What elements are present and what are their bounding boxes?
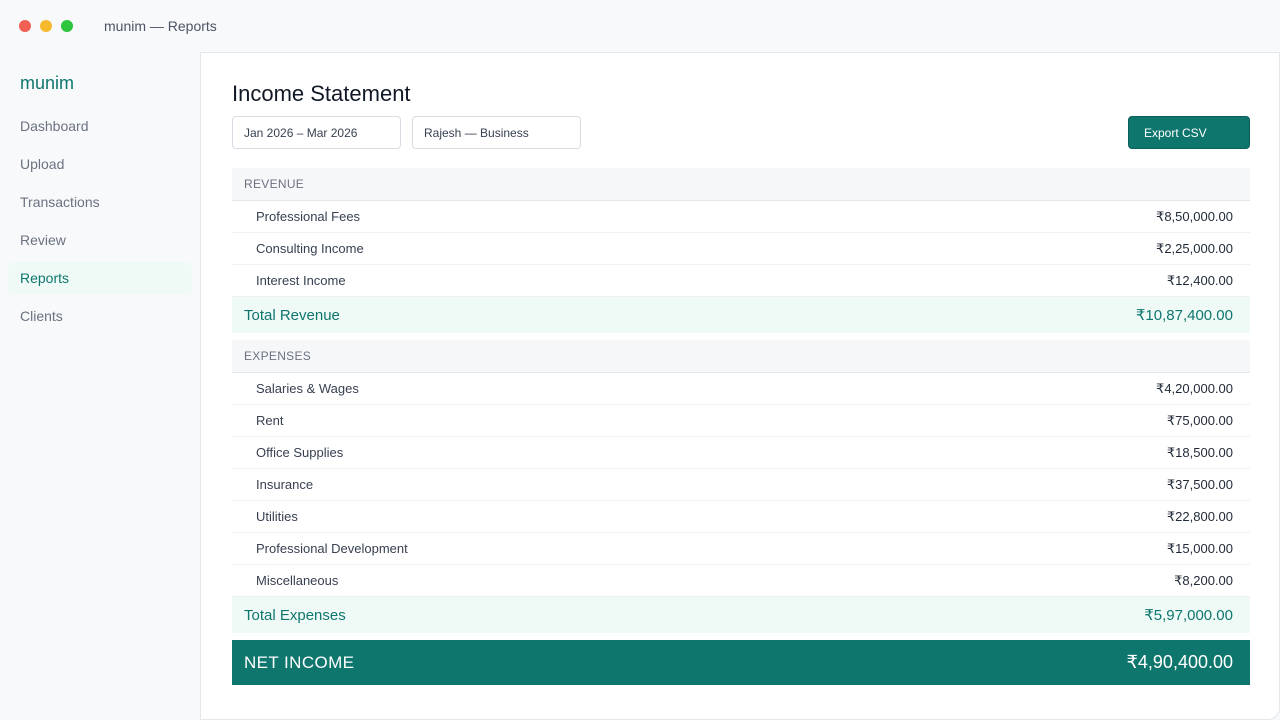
maximize-window-button[interactable] (61, 20, 73, 32)
row-amount: ₹8,50,000.00 (1156, 208, 1233, 224)
window-title: munim — Reports (104, 18, 217, 34)
table-row: Rent ₹75,000.00 (232, 405, 1250, 437)
page-title: Income Statement (232, 81, 411, 106)
title-bar: munim — Reports (0, 0, 1280, 52)
expenses-section-header: EXPENSES (232, 340, 1250, 373)
row-amount: ₹18,500.00 (1166, 444, 1233, 460)
client-select[interactable]: Rajesh — Business (412, 116, 581, 149)
row-amount: ₹75,000.00 (1166, 412, 1233, 428)
table-row: Interest Income ₹12,400.00 (232, 265, 1250, 297)
row-amount: ₹8,200.00 (1174, 572, 1233, 588)
total-expenses-amount: ₹5,97,000.00 (1144, 607, 1233, 624)
sidebar-item-reports[interactable]: Reports (8, 262, 192, 294)
row-amount: ₹15,000.00 (1166, 540, 1233, 556)
revenue-section-header: REVENUE (232, 168, 1250, 201)
row-label: Interest Income (256, 273, 346, 288)
close-window-button[interactable] (19, 20, 31, 32)
table-row: Salaries & Wages ₹4,20,000.00 (232, 373, 1250, 405)
sidebar-item-review[interactable]: Review (8, 224, 192, 256)
row-label: Salaries & Wages (256, 381, 359, 396)
row-label: Insurance (256, 477, 314, 492)
table-row: Utilities ₹22,800.00 (232, 501, 1250, 533)
sidebar-nav: Dashboard Upload Transactions Review Rep… (8, 110, 192, 338)
row-label: Utilities (256, 509, 298, 524)
row-label: Office Supplies (256, 445, 344, 460)
table-row: Insurance ₹37,500.00 (232, 469, 1250, 501)
total-revenue-row: Total Revenue ₹10,87,400.00 (232, 297, 1250, 333)
row-amount: ₹2,25,000.00 (1156, 240, 1233, 256)
row-label: Rent (256, 413, 284, 428)
row-amount: ₹12,400.00 (1166, 272, 1233, 288)
net-income-row: NET INCOME ₹4,90,400.00 (232, 640, 1250, 685)
row-amount: ₹37,500.00 (1166, 476, 1233, 492)
minimize-window-button[interactable] (40, 20, 52, 32)
row-label: Consulting Income (256, 241, 364, 256)
total-expenses-label: Total Expenses (244, 606, 346, 624)
net-income-label: NET INCOME (244, 652, 355, 672)
row-label: Professional Development (256, 541, 408, 556)
sidebar-item-transactions[interactable]: Transactions (8, 186, 192, 218)
table-row: Miscellaneous ₹8,200.00 (232, 565, 1250, 597)
table-row: Consulting Income ₹2,25,000.00 (232, 233, 1250, 265)
row-amount: ₹22,800.00 (1166, 508, 1233, 524)
total-revenue-amount: ₹10,87,400.00 (1135, 307, 1233, 324)
total-revenue-label: Total Revenue (244, 306, 340, 324)
sidebar-item-clients[interactable]: Clients (8, 300, 192, 332)
net-income-amount: ₹4,90,400.00 (1126, 652, 1233, 672)
table-row: Professional Development ₹15,000.00 (232, 533, 1250, 565)
window-controls (19, 20, 73, 32)
main-panel: Income Statement Jan 2026 – Mar 2026 Raj… (200, 52, 1280, 720)
sidebar: munim Dashboard Upload Transactions Revi… (0, 52, 200, 720)
table-row: Professional Fees ₹8,50,000.00 (232, 201, 1250, 233)
row-label: Professional Fees (256, 209, 361, 224)
export-csv-button[interactable]: Export CSV (1128, 116, 1250, 149)
sidebar-item-upload[interactable]: Upload (8, 148, 192, 180)
sidebar-item-dashboard[interactable]: Dashboard (8, 110, 192, 142)
row-label: Miscellaneous (256, 573, 339, 588)
period-select[interactable]: Jan 2026 – Mar 2026 (232, 116, 401, 149)
table-row: Office Supplies ₹18,500.00 (232, 437, 1250, 469)
row-amount: ₹4,20,000.00 (1156, 380, 1233, 396)
total-expenses-row: Total Expenses ₹5,97,000.00 (232, 597, 1250, 633)
brand-logo[interactable]: munim (20, 73, 74, 94)
income-statement-table: REVENUE Professional Fees ₹8,50,000.00 C… (232, 168, 1250, 685)
